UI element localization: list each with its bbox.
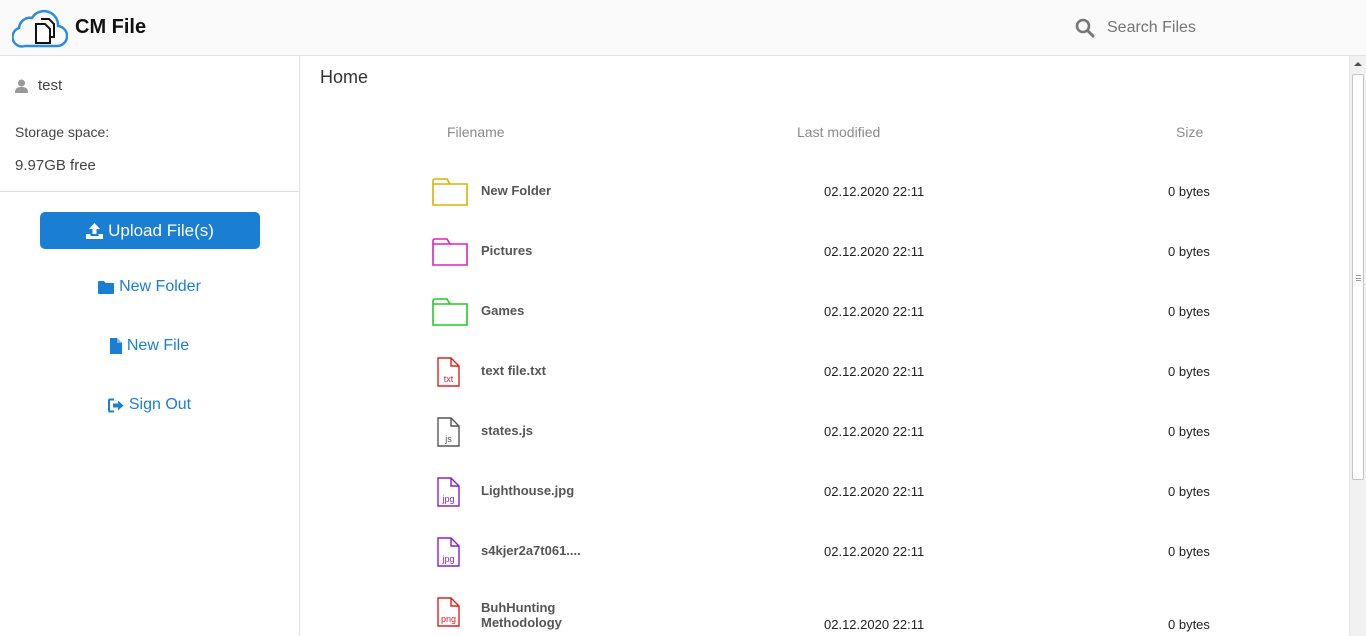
- file-name[interactable]: text file.txt: [481, 363, 546, 378]
- file-size: 0 bytes: [1168, 184, 1210, 199]
- file-icon: jpg: [437, 477, 460, 507]
- storage-label: Storage space:: [15, 124, 110, 140]
- column-header-modified[interactable]: Last modified: [797, 124, 880, 140]
- file-name[interactable]: Lighthouse.jpg: [481, 483, 574, 498]
- file-row[interactable]: Pictures 02.12.2020 22:11 0 bytes: [300, 237, 1349, 297]
- new-folder-link[interactable]: New Folder: [0, 278, 299, 296]
- file-icon: js: [437, 417, 460, 447]
- file-icon: [109, 338, 122, 354]
- file-name[interactable]: Games: [481, 303, 524, 318]
- breadcrumb[interactable]: Home: [320, 67, 368, 88]
- search-input[interactable]: [1098, 14, 1348, 42]
- file-size: 0 bytes: [1168, 424, 1210, 439]
- file-modified-date: 02.12.2020 22:11: [824, 617, 925, 632]
- file-modified-date: 02.12.2020 22:11: [824, 544, 925, 559]
- sidebar: test Storage space: 9.97GB free Upload F…: [0, 56, 300, 636]
- file-size: 0 bytes: [1168, 617, 1210, 632]
- folder-icon: [432, 238, 468, 266]
- file-extension-label: txt: [444, 374, 454, 384]
- folder-icon: [432, 298, 468, 326]
- folder-icon: [432, 178, 468, 206]
- file-size: 0 bytes: [1168, 304, 1210, 319]
- column-header-filename[interactable]: Filename: [447, 124, 505, 140]
- file-icon: txt: [437, 357, 460, 387]
- sign-out-icon: [107, 398, 124, 412]
- file-name[interactable]: states.js: [481, 423, 533, 438]
- file-extension-label: js: [444, 434, 452, 444]
- scrollbar-grip: [1356, 275, 1361, 281]
- new-folder-label: New Folder: [119, 278, 201, 295]
- file-modified-date: 02.12.2020 22:11: [824, 304, 925, 319]
- folder-icon: [98, 280, 115, 294]
- file-row[interactable]: png BuhHunting Methodology 02.12.2020 22:11…: [300, 597, 1349, 636]
- file-size: 0 bytes: [1168, 544, 1210, 559]
- new-file-label: New File: [126, 337, 190, 354]
- upload-files-button[interactable]: Upload File(s): [40, 212, 260, 249]
- app-title[interactable]: CM File: [75, 16, 146, 39]
- main-content: Home Filename Last modified Size New Fol…: [300, 56, 1349, 636]
- storage-free-value: 9.97GB free: [15, 157, 96, 174]
- column-header-size[interactable]: Size: [1176, 124, 1203, 140]
- file-row[interactable]: js states.js 02.12.2020 22:11 0 bytes: [300, 417, 1349, 477]
- file-name[interactable]: s4kjer2a7t061....: [481, 543, 581, 558]
- file-row[interactable]: jpg s4kjer2a7t061.... 02.12.2020 22:11 0 by…: [300, 537, 1349, 597]
- upload-icon: [86, 222, 104, 239]
- file-name[interactable]: Pictures: [481, 243, 532, 258]
- file-modified-date: 02.12.2020 22:11: [824, 184, 925, 199]
- vertical-scrollbar[interactable]: [1349, 56, 1366, 636]
- user-icon: [15, 79, 28, 93]
- scrollbar-thumb[interactable]: [1352, 74, 1364, 480]
- file-icon: png: [437, 597, 460, 627]
- file-row[interactable]: Games 02.12.2020 22:11 0 bytes: [300, 297, 1349, 357]
- file-size: 0 bytes: [1168, 244, 1210, 259]
- sign-out-link[interactable]: Sign Out: [0, 396, 299, 414]
- user-info: test: [15, 77, 62, 94]
- file-icon: jpg: [437, 537, 460, 567]
- file-name-line: BuhHunting: [481, 600, 556, 615]
- file-extension-label: jpg: [441, 554, 454, 564]
- file-modified-date: 02.12.2020 22:11: [824, 484, 925, 499]
- file-row[interactable]: txt text file.txt 02.12.2020 22:11 0 bytes: [300, 357, 1349, 417]
- file-modified-date: 02.12.2020 22:11: [824, 244, 925, 259]
- app-header: CM File: [0, 0, 1366, 56]
- sidebar-divider: [0, 191, 299, 192]
- file-extension-label: jpg: [441, 494, 454, 504]
- file-size: 0 bytes: [1168, 364, 1210, 379]
- file-modified-date: 02.12.2020 22:11: [824, 424, 925, 439]
- file-name[interactable]: New Folder: [481, 183, 551, 198]
- file-row[interactable]: jpg Lighthouse.jpg 02.12.2020 22:11 0 bytes: [300, 477, 1349, 537]
- file-size: 0 bytes: [1168, 484, 1210, 499]
- file-name[interactable]: BuhHunting Methodology: [481, 600, 562, 630]
- sign-out-label: Sign Out: [128, 396, 192, 413]
- file-name-line: Methodology: [481, 615, 562, 630]
- upload-button-label: Upload File(s): [108, 220, 214, 240]
- search-icon[interactable]: [1075, 18, 1095, 38]
- new-file-link[interactable]: New File: [0, 337, 299, 355]
- file-extension-label: png: [441, 614, 456, 624]
- file-modified-date: 02.12.2020 22:11: [824, 364, 925, 379]
- cloud-logo-icon[interactable]: [12, 6, 68, 50]
- username: test: [38, 77, 63, 94]
- scroll-up-arrow-icon[interactable]: [1350, 56, 1366, 72]
- file-row[interactable]: New Folder 02.12.2020 22:11 0 bytes: [300, 177, 1349, 237]
